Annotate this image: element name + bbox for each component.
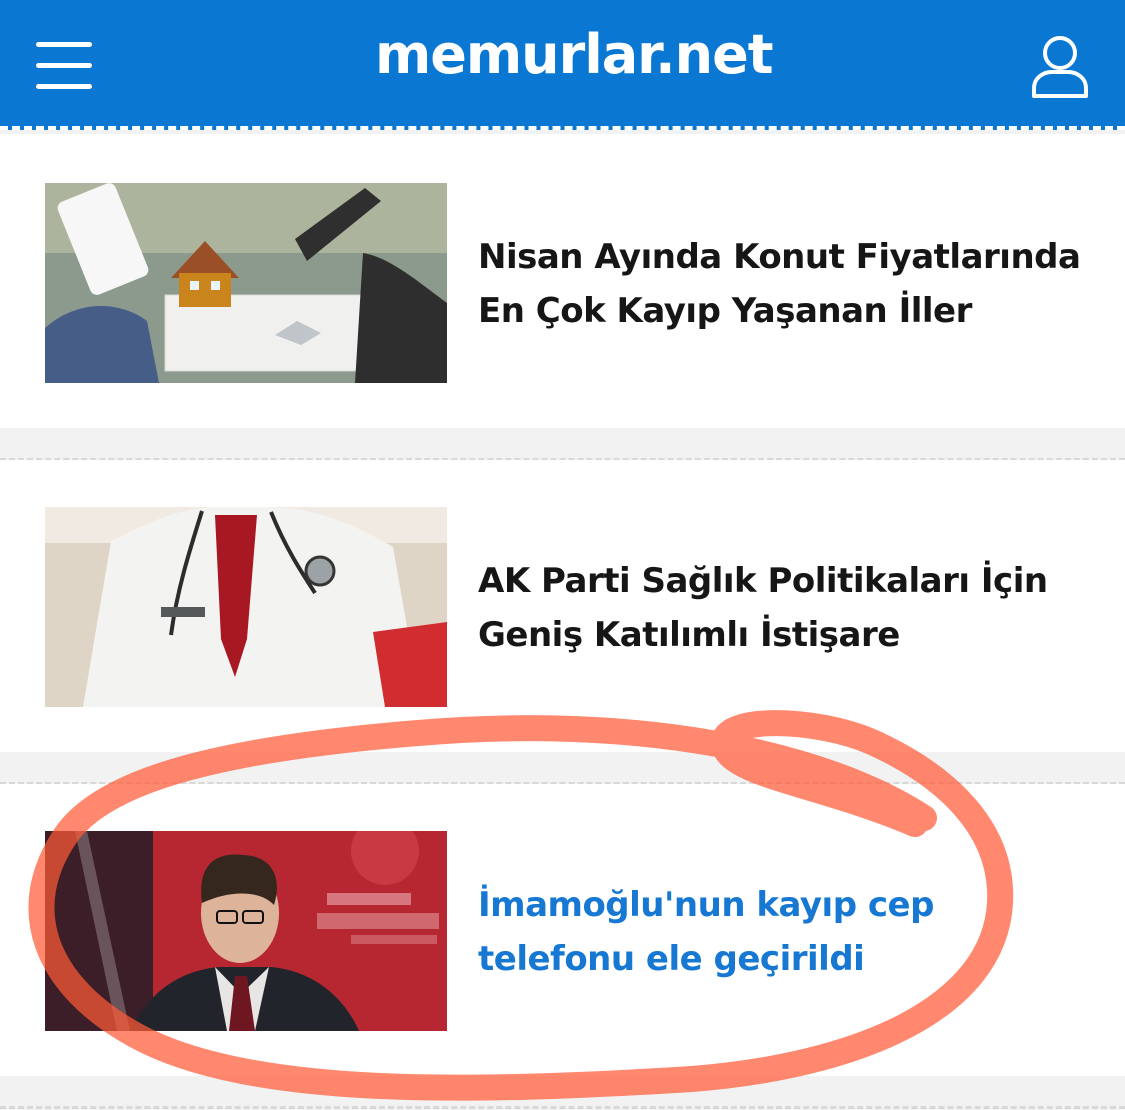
news-image (45, 183, 447, 383)
istanbul-event-image (45, 831, 447, 1031)
news-image (45, 507, 447, 707)
news-image (45, 831, 447, 1031)
section-separator (0, 428, 1125, 460)
menu-line (36, 84, 92, 89)
hamburger-menu-icon[interactable] (36, 42, 92, 90)
logo-suffix-text: .net (655, 23, 773, 86)
user-profile-icon-svg (1032, 36, 1088, 98)
news-title[interactable]: Nisan Ayında Konut Fiyatlarında En Çok K… (478, 230, 1088, 338)
user-profile-icon[interactable] (1030, 34, 1090, 100)
section-separator (0, 752, 1125, 784)
house-model-image (45, 183, 447, 383)
top-navigation-bar: memurlar.net (0, 0, 1125, 130)
news-card[interactable]: İmamoğlu'nun kayıp cep telefonu ele geçi… (0, 784, 1125, 1076)
news-card[interactable]: AK Parti Sağlık Politikaları İçin Geniş … (0, 460, 1125, 752)
section-separator (0, 1076, 1125, 1110)
site-logo[interactable]: memurlar.net (375, 22, 774, 88)
news-title-highlighted[interactable]: İmamoğlu'nun kayıp cep telefonu ele geçi… (478, 878, 1088, 986)
menu-line (36, 63, 92, 68)
news-title[interactable]: AK Parti Sağlık Politikaları İçin Geniş … (478, 554, 1088, 662)
logo-main-text: memurlar (375, 23, 656, 86)
dashed-divider (0, 1106, 1125, 1109)
news-card[interactable]: Nisan Ayında Konut Fiyatlarında En Çok K… (0, 134, 1125, 428)
doctor-image (45, 507, 447, 707)
menu-line (36, 42, 92, 47)
